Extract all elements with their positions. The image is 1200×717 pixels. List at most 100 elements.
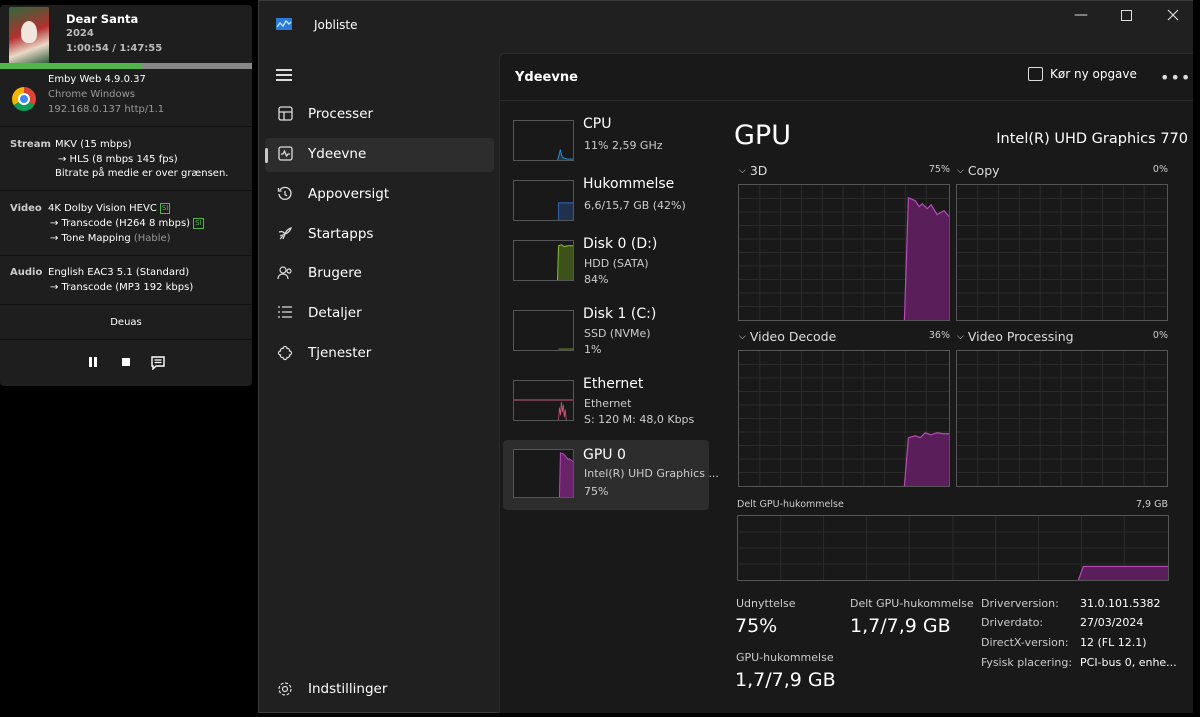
device-name: Deuas — [110, 317, 142, 328]
services-icon — [276, 345, 294, 363]
new-task-icon — [1028, 67, 1043, 81]
chevron-down-icon: ⌵ — [957, 332, 964, 342]
graph-label-video-processing[interactable]: ⌵ Video Processing — [957, 329, 1074, 344]
app-history-icon — [276, 186, 294, 204]
device-sub-2: S: 120 M: 48,0 Kbps — [584, 413, 695, 426]
nav-item-indstillinger[interactable]: Indstillinger — [265, 673, 494, 707]
video-line-1: 4K Dolby Vision HEVC SI — [48, 203, 171, 214]
device-sub: 11% 2,59 GHz — [584, 139, 663, 152]
client-address: 192.168.0.137 http/1.1 — [48, 104, 165, 115]
stream-label: Stream — [10, 139, 51, 150]
device-name: Hukommelse — [583, 176, 675, 192]
subtitle-icon[interactable] — [151, 356, 165, 371]
gpu-heading: GPU — [734, 120, 791, 151]
shared-memory-graph-label: Delt GPU-hukommelse — [737, 499, 844, 510]
nav-label: Startapps — [308, 226, 374, 242]
gpu-thumb-graph — [513, 449, 574, 498]
stream-section: Stream MKV (15 mbps) → HLS (8 mbps 145 f… — [0, 126, 252, 190]
device-sub: SSD (NVMe) — [584, 327, 651, 340]
graph-label-video-decode[interactable]: ⌵ Video Decode — [739, 329, 836, 344]
window-title: Jobliste — [314, 18, 358, 32]
progress-fill — [0, 63, 142, 69]
playback-time: 1:00:54 / 1:47:55 — [66, 43, 163, 54]
client-browser: Chrome Windows — [48, 89, 136, 100]
maximize-icon[interactable] — [1116, 7, 1136, 23]
nav-label: Tjenester — [308, 345, 372, 361]
device-ethernet[interactable]: Ethernet Ethernet S: 120 M: 48,0 Kbps — [503, 370, 709, 440]
graph-pct-video-processing: 0% — [1152, 330, 1168, 341]
nav-item-brugere[interactable]: Brugere — [265, 257, 494, 291]
nav-item-processer[interactable]: Processer — [265, 98, 494, 132]
chevron-down-icon: ⌵ — [957, 166, 964, 176]
graph-3d — [738, 184, 950, 321]
page-title: Ydeevne — [515, 70, 578, 85]
nav-item-startapps[interactable]: Startapps — [265, 218, 494, 252]
background-window-edge — [1193, 0, 1200, 717]
device-sub: Ethernet — [584, 397, 632, 410]
video-label: Video — [10, 203, 42, 214]
device-sub: 6,6/15,7 GB (42%) — [584, 199, 686, 212]
graph-shared-memory — [737, 515, 1169, 581]
device-disk-0[interactable]: Disk 0 (D:) HDD (SATA) 84% — [503, 230, 709, 300]
details-icon — [276, 305, 294, 323]
audio-label: Audio — [10, 267, 43, 278]
pause-icon[interactable] — [86, 356, 100, 370]
video-badge-2: SI — [193, 218, 204, 229]
video-section: Video 4K Dolby Vision HEVC SI → Transcode… — [0, 190, 252, 255]
shared-memory-graph-max: 7,9 GB — [1135, 499, 1168, 510]
graph-pct-copy: 0% — [1152, 164, 1168, 175]
utilization-label: Udnyttelse — [736, 597, 796, 610]
nav-label: Indstillinger — [308, 681, 388, 697]
graph-label-copy[interactable]: ⌵ Copy — [957, 163, 1000, 178]
device-name: Ethernet — [583, 376, 644, 392]
emby-now-playing-panel: Dear Santa 2024 1:00:54 / 1:47:55 Emby W… — [0, 5, 252, 386]
graph-video-decode — [738, 350, 950, 487]
nav-item-appoversigt[interactable]: Appoversigt — [265, 178, 494, 212]
nav-item-tjenester[interactable]: Tjenester — [265, 337, 494, 371]
graph-copy — [956, 184, 1168, 321]
minimize-icon[interactable]: — — [1071, 7, 1091, 23]
hamburger-menu-icon[interactable] — [276, 69, 292, 81]
users-icon — [276, 265, 294, 283]
graph-pct-video-decode: 36% — [928, 330, 950, 341]
movie-title: Dear Santa — [66, 12, 139, 26]
performance-content: Ydeevne Kør ny opgave ••• CPU 11% 2,59 G… — [499, 53, 1200, 713]
playback-progress-bar[interactable] — [0, 63, 252, 69]
device-gpu-0[interactable]: GPU 0 Intel(R) UHD Graphics ... 75% — [503, 440, 719, 510]
nav-label: Appoversigt — [308, 186, 390, 202]
more-options-icon[interactable]: ••• — [1160, 68, 1191, 87]
gpu-memory-label: GPU-hukommelse — [736, 651, 834, 664]
audio-section: Audio English EAC3 5.1 (Standard) → Tran… — [0, 255, 252, 304]
chevron-down-icon: ⌵ — [739, 166, 746, 176]
chrome-icon — [12, 87, 36, 111]
gpu-model: Intel(R) UHD Graphics 770 — [996, 131, 1188, 147]
driver-version-value: 31.0.101.5382 — [1080, 597, 1161, 610]
cpu-thumb-graph — [513, 120, 574, 161]
device-disk-1[interactable]: Disk 1 (C:) SSD (NVMe) 1% — [503, 300, 709, 370]
audio-line-1: English EAC3 5.1 (Standard) — [48, 267, 190, 278]
device-name: CPU — [583, 116, 612, 132]
graph-video-processing — [956, 350, 1168, 487]
shared-gpu-memory-label: Delt GPU-hukommelse — [850, 597, 974, 610]
memory-thumb-graph — [513, 180, 574, 221]
gear-icon — [276, 681, 294, 699]
physical-location-label: Fysisk placering: — [981, 656, 1073, 669]
directx-version-label: DirectX-version: — [981, 636, 1069, 649]
video-line-2: → Transcode (H264 8 mbps) SI — [50, 218, 204, 229]
stream-line-1: MKV (15 mbps) — [55, 139, 132, 150]
directx-version-value: 12 (FL 12.1) — [1080, 636, 1147, 649]
nav-label: Processer — [308, 106, 374, 122]
device-sub: HDD (SATA) — [584, 257, 649, 270]
graph-label-3d[interactable]: ⌵ 3D — [739, 163, 767, 178]
device-name: GPU 0 — [583, 447, 626, 463]
nav-item-ydeevne[interactable]: Ydeevne — [265, 138, 494, 172]
nav-item-detaljer[interactable]: Detaljer — [265, 297, 494, 331]
device-sub-2: 75% — [584, 485, 609, 498]
processes-icon — [276, 106, 294, 124]
disk0-thumb-graph — [513, 240, 574, 281]
close-icon[interactable] — [1163, 7, 1183, 23]
stop-icon[interactable] — [119, 356, 133, 370]
chevron-down-icon: ⌵ — [739, 332, 746, 342]
task-manager-window: Jobliste — Processer Ydeevne Appoversigt… — [258, 0, 1200, 713]
run-new-task-button[interactable]: Kør ny opgave — [1028, 67, 1137, 89]
